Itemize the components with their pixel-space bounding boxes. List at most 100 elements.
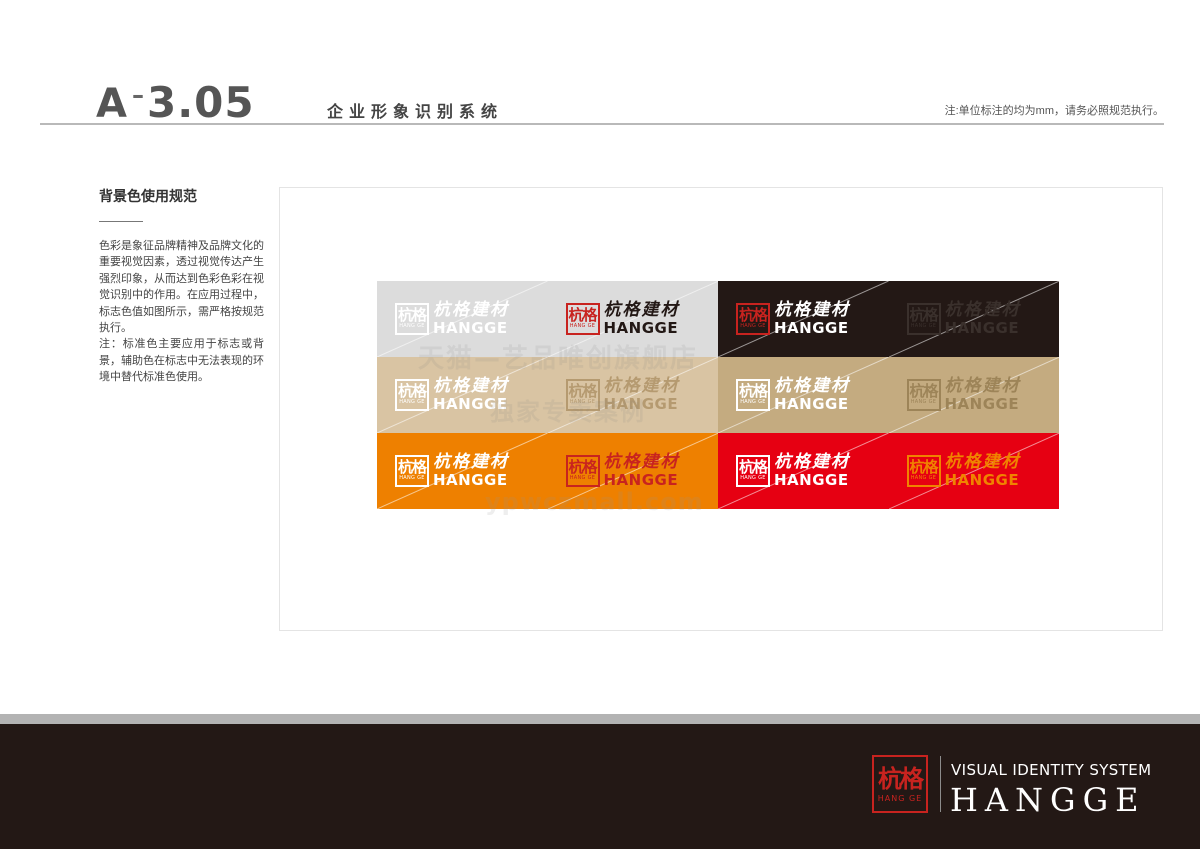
section-title: 背景色使用规范 xyxy=(99,189,197,205)
logo-chinese-name: 杭格建材 xyxy=(774,376,850,396)
swatch-cell: 杭格 HANG GE 杭格建材 HANGGE xyxy=(718,281,889,357)
seal-glyph: 杭格 xyxy=(909,382,938,400)
header-divider xyxy=(40,123,1164,125)
seal-icon: 杭格 HANG GE xyxy=(736,302,770,335)
hangge-logo: 杭格 HANG GE 杭格建材 HANGGE xyxy=(736,453,850,488)
seal-glyph: 杭格 xyxy=(909,306,938,324)
logo-chinese-name: 杭格建材 xyxy=(944,376,1021,396)
logo-english-name: HANGGE xyxy=(774,319,849,337)
swatch-cell: 杭格 HANG GE 杭格建材 HANGGE xyxy=(888,357,1059,433)
description-paragraph: 色彩是象征品牌精神及品牌文化的重要视觉因素，透过视觉传达产生强烈印象，从而达到色… xyxy=(99,239,264,335)
logo-english-name: HANGGE xyxy=(774,395,849,413)
swatch-cell: 杭格 HANG GE 杭格建材 HANGGE xyxy=(377,281,548,357)
hangge-logo: 杭格 HANG GE 杭格建材 HANGGE xyxy=(565,300,680,337)
seal-glyph: 杭格 xyxy=(738,458,768,476)
page-code-prefix: A xyxy=(96,81,128,127)
hangge-logo: 杭格 HANG GE 杭格建材 HANGGE xyxy=(395,301,509,336)
seal-icon: 杭格 HANG GE xyxy=(906,454,941,487)
swatch-cell: 杭格 HANG GE 杭格建材 HANGGE xyxy=(547,281,718,357)
hangge-logo: 杭格 HANG GE 杭格建材 HANGGE xyxy=(906,452,1021,489)
logo-english-name: HANGGE xyxy=(944,319,1020,337)
swatch-cell: 杭格 HANG GE 杭格建材 HANGGE xyxy=(888,281,1059,357)
swatch-cell: 杭格 HANG GE 杭格建材 HANGGE xyxy=(718,433,889,509)
logo-english-name: HANGGE xyxy=(944,471,1020,489)
hangge-logo: 杭格 HANG GE 杭格建材 HANGGE xyxy=(565,452,680,489)
swatch-cell: 杭格 HANG GE 杭格建材 HANGGE xyxy=(547,357,718,433)
seal-glyph: 杭格 xyxy=(738,306,768,324)
system-title: 企业形象识别系统 xyxy=(327,102,504,121)
seal-sub: HANG GE xyxy=(740,399,766,405)
logo-chinese-name: 杭格建材 xyxy=(944,452,1021,472)
seal-glyph: 杭格 xyxy=(568,458,597,476)
page-code: A –3.05 xyxy=(96,78,255,127)
hangge-logo: 杭格 HANG GE 杭格建材 HANGGE xyxy=(906,300,1021,337)
seal-glyph: 杭格 xyxy=(397,458,427,476)
seal-icon: 杭格 HANG GE xyxy=(736,454,770,487)
seal-glyph: 杭格 xyxy=(397,382,427,400)
background-color-swatch-grid: 杭格 HANG GE 杭格建材 HANGGE 杭格 HANG GE 杭格建材 HANGGE 杭格… xyxy=(377,281,1059,509)
seal-sub: HANG GE xyxy=(740,475,766,481)
logo-english-name: HANGGE xyxy=(433,319,508,337)
logo-chinese-name: 杭格建材 xyxy=(603,376,680,396)
seal-icon: 杭格 HANG GE xyxy=(395,454,429,487)
seal-icon: 杭格 HANG GE xyxy=(395,302,429,335)
seal-sub: HANG GE xyxy=(569,323,596,329)
seal-icon: 杭格 HANG GE xyxy=(906,302,941,335)
logo-english-name: HANGGE xyxy=(433,395,508,413)
seal-icon: 杭格 HANG GE xyxy=(906,378,941,411)
footer-seal-sub: HANG GE xyxy=(877,793,923,803)
seal-icon: 杭格 HANG GE xyxy=(395,378,429,411)
logo-chinese-name: 杭格建材 xyxy=(944,300,1021,320)
seal-icon: 杭格 HANG GE xyxy=(565,378,600,411)
seal-sub: HANG GE xyxy=(399,399,425,405)
description-note: 注：标准色主要应用于标志或背景，辅助色在标志中无法表现的环境中替代标准色使用。 xyxy=(99,337,264,384)
seal-glyph: 杭格 xyxy=(397,306,427,324)
hangge-logo: 杭格 HANG GE 杭格建材 HANGGE xyxy=(395,453,509,488)
logo-chinese-name: 杭格建材 xyxy=(774,300,850,320)
footer-seal-logo: 杭格 HANG GE xyxy=(872,755,928,813)
swatch-cell: 杭格 HANG GE 杭格建材 HANGGE xyxy=(377,433,548,509)
seal-icon: 杭格 HANG GE xyxy=(565,302,600,335)
logo-chinese-name: 杭格建材 xyxy=(433,452,509,472)
swatch-cell: 杭格 HANG GE 杭格建材 HANGGE xyxy=(718,357,889,433)
footer-brand: HANGGE xyxy=(950,781,1146,819)
footer-seal-glyph: 杭格 xyxy=(878,764,924,793)
seal-sub: HANG GE xyxy=(910,323,937,329)
logo-chinese-name: 杭格建材 xyxy=(774,452,850,472)
page-code-dash: – xyxy=(131,81,145,109)
seal-sub: HANG GE xyxy=(569,399,596,405)
seal-sub: HANG GE xyxy=(910,475,937,481)
logo-english-name: HANGGE xyxy=(603,395,679,413)
seal-glyph: 杭格 xyxy=(568,382,597,400)
footer-gray-strip xyxy=(0,714,1200,724)
footer-divider xyxy=(940,756,941,812)
seal-glyph: 杭格 xyxy=(568,306,597,324)
logo-chinese-name: 杭格建材 xyxy=(603,300,680,320)
logo-english-name: HANGGE xyxy=(433,471,508,489)
swatch-cell: 杭格 HANG GE 杭格建材 HANGGE xyxy=(547,433,718,509)
hangge-logo: 杭格 HANG GE 杭格建材 HANGGE xyxy=(906,376,1021,412)
logo-chinese-name: 杭格建材 xyxy=(433,300,509,320)
swatch-cell: 杭格 HANG GE 杭格建材 HANGGE xyxy=(888,433,1059,509)
page-code-number: 3.05 xyxy=(146,78,255,127)
logo-chinese-name: 杭格建材 xyxy=(433,376,509,396)
section-title-underline xyxy=(99,221,143,222)
seal-glyph: 杭格 xyxy=(738,382,768,400)
logo-english-name: HANGGE xyxy=(603,471,679,489)
section-description: 色彩是象征品牌精神及品牌文化的重要视觉因素，透过视觉传达产生强烈印象，从而达到色… xyxy=(99,238,264,386)
seal-icon: 杭格 HANG GE xyxy=(565,454,600,487)
unit-note: 注:单位标注的均为mm，请务必照规范执行。 xyxy=(944,105,1164,117)
seal-icon: 杭格 HANG GE xyxy=(736,378,770,411)
logo-english-name: HANGGE xyxy=(774,471,849,489)
seal-glyph: 杭格 xyxy=(909,458,938,476)
seal-sub: HANG GE xyxy=(399,475,425,481)
hangge-logo: 杭格 HANG GE 杭格建材 HANGGE xyxy=(736,377,850,412)
seal-sub: HANG GE xyxy=(569,475,596,481)
hangge-logo: 杭格 HANG GE 杭格建材 HANGGE xyxy=(736,301,850,336)
seal-sub: HANG GE xyxy=(399,323,425,329)
footer-subtitle: VISUAL IDENTITY SYSTEM xyxy=(951,761,1152,779)
hangge-logo: 杭格 HANG GE 杭格建材 HANGGE xyxy=(565,376,680,413)
swatch-cell: 杭格 HANG GE 杭格建材 HANGGE xyxy=(377,357,548,433)
logo-english-name: HANGGE xyxy=(603,319,679,337)
logo-chinese-name: 杭格建材 xyxy=(603,452,680,472)
